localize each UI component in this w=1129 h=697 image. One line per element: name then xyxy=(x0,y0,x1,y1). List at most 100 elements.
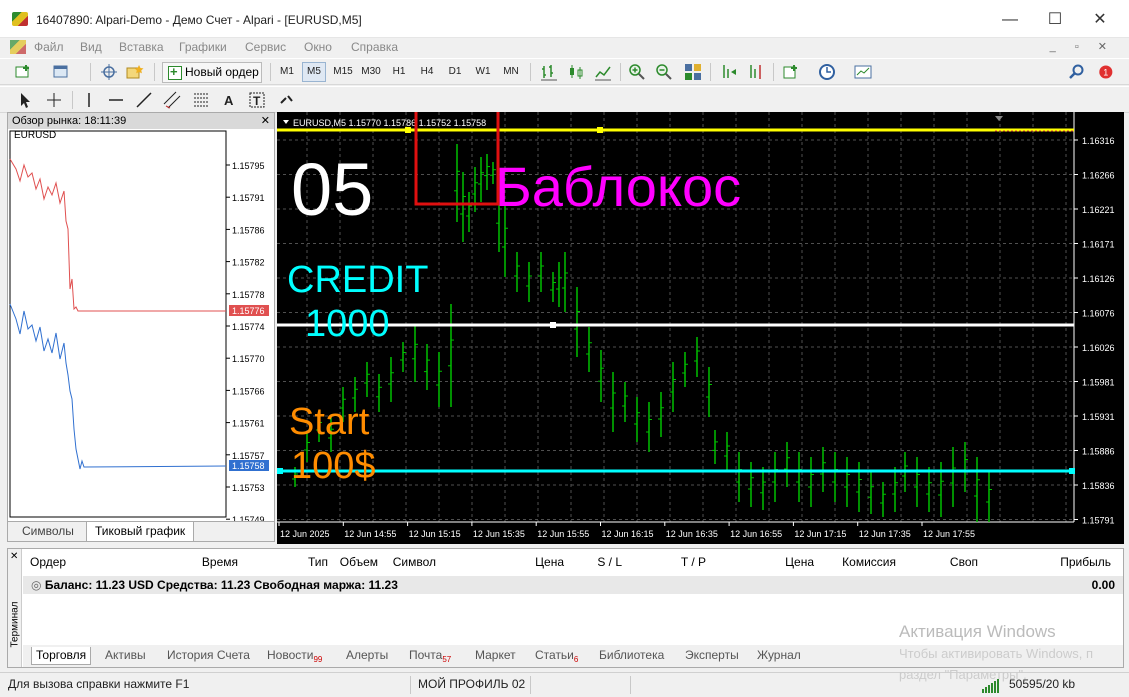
time-axis-label: 12 Jun 16:35 xyxy=(666,529,718,539)
tf-m1[interactable]: M1 xyxy=(275,62,299,82)
terminal-tab[interactable]: Статьи6 xyxy=(531,647,582,665)
tf-h1[interactable]: H1 xyxy=(387,62,411,82)
column-header[interactable]: Время xyxy=(202,555,238,569)
terminal-tab[interactable]: Активы xyxy=(101,647,150,665)
menu-view[interactable]: Вид xyxy=(80,40,102,54)
menu-window[interactable]: Окно xyxy=(304,40,332,54)
drawing-toolbar: A T xyxy=(0,86,1129,113)
terminal-close-icon[interactable]: ✕ xyxy=(10,551,18,562)
white-line-handle[interactable] xyxy=(550,322,556,328)
arrows-icon[interactable] xyxy=(278,91,296,109)
time-axis-label: 12 Jun 17:55 xyxy=(923,529,975,539)
bar-chart-icon[interactable] xyxy=(540,63,558,81)
tab-tick-chart[interactable]: Тиковый график xyxy=(86,522,195,542)
chart-shift-icon[interactable] xyxy=(747,63,765,81)
autoscroll-icon[interactable] xyxy=(720,63,738,81)
tf-m30[interactable]: M30 xyxy=(359,62,383,82)
column-header[interactable]: Тип xyxy=(308,555,328,569)
line-chart-icon[interactable] xyxy=(594,63,612,81)
notifications-icon[interactable]: 1 xyxy=(1096,63,1114,81)
column-header[interactable]: S / L xyxy=(597,555,622,569)
minimize-button[interactable]: — xyxy=(990,8,1030,32)
zoom-in-icon[interactable] xyxy=(628,63,646,81)
column-header[interactable]: Символ xyxy=(393,555,436,569)
vertical-line-icon[interactable] xyxy=(80,91,98,109)
tf-m5[interactable]: M5 xyxy=(302,62,326,82)
text-label-icon[interactable]: T xyxy=(248,91,266,109)
fibonacci-icon[interactable] xyxy=(192,91,210,109)
menu-help[interactable]: Справка xyxy=(351,40,398,54)
column-header[interactable]: Цена xyxy=(535,555,564,569)
menu-file[interactable]: Файл xyxy=(34,40,64,54)
zoom-out-icon[interactable] xyxy=(655,63,673,81)
crosshair-target-icon[interactable] xyxy=(100,63,118,81)
column-header[interactable]: Ордер xyxy=(30,555,66,569)
templates-icon[interactable] xyxy=(854,63,872,81)
terminal-tab[interactable]: Алерты xyxy=(342,647,392,665)
tick-price-label: 1.15782 xyxy=(232,258,265,268)
terminal-tab[interactable]: Библиотека xyxy=(595,647,668,665)
terminal-tab[interactable]: Журнал xyxy=(753,647,805,665)
terminal-tab-label: Алерты xyxy=(346,648,389,662)
periods-clock-icon[interactable] xyxy=(818,63,836,81)
price-chart[interactable]: 1.16316 1.16266 1.16221 1.16171 1.16126 1.160… xyxy=(277,96,1124,544)
candlestick-icon[interactable] xyxy=(567,63,585,81)
tab-symbols[interactable]: Символы xyxy=(14,522,82,542)
terminal-tab[interactable]: Торговля xyxy=(31,647,92,665)
cyan-line-handle[interactable] xyxy=(277,468,283,474)
tick-price-label: 1.15766 xyxy=(232,386,265,396)
label-credit-value[interactable]: 1000 xyxy=(305,303,390,345)
terminal-tab[interactable]: Эксперты xyxy=(681,647,743,665)
terminal-tab[interactable]: Почта57 xyxy=(405,647,455,665)
terminal-tab[interactable]: Маркет xyxy=(471,647,520,665)
column-header[interactable]: Своп xyxy=(950,555,978,569)
search-icon[interactable] xyxy=(1068,63,1086,81)
new-order-button[interactable]: Новый ордер xyxy=(162,62,262,83)
tf-d1[interactable]: D1 xyxy=(443,62,467,82)
label-start[interactable]: Start xyxy=(289,401,370,443)
label-start-value[interactable]: 100$ xyxy=(291,445,376,487)
tf-h4[interactable]: H4 xyxy=(415,62,439,82)
trendline-icon[interactable] xyxy=(135,91,153,109)
equidistant-channel-icon[interactable] xyxy=(163,91,181,109)
profiles-icon[interactable] xyxy=(52,63,70,81)
time-axis-label: 12 Jun 17:35 xyxy=(859,529,911,539)
label-credit[interactable]: CREDIT xyxy=(287,259,428,301)
close-button[interactable]: ✕ xyxy=(1080,8,1120,32)
terminal-tab-badge: 57 xyxy=(442,655,452,664)
yellow-line-handle[interactable] xyxy=(405,127,411,133)
tf-mn[interactable]: MN xyxy=(499,62,523,82)
horizontal-line-icon[interactable] xyxy=(107,91,125,109)
svg-text:A: A xyxy=(224,93,234,108)
chart-header-info: EURUSD,M5 1.15770 1.15786 1.15752 1.1575… xyxy=(293,118,486,128)
new-chart-icon[interactable] xyxy=(14,63,32,81)
text-icon[interactable]: A xyxy=(220,91,238,109)
price-axis-label: 1.15886 xyxy=(1082,447,1115,457)
terminal-tab[interactable]: История Счета xyxy=(163,647,254,665)
main-chart[interactable]: 1.16316 1.16266 1.16221 1.16171 1.16126 1.160… xyxy=(277,96,1124,544)
indicators-icon[interactable] xyxy=(782,63,800,81)
yellow-line-handle[interactable] xyxy=(597,127,603,133)
tf-w1[interactable]: W1 xyxy=(471,62,495,82)
navigator-star-icon[interactable] xyxy=(126,63,144,81)
maximize-button[interactable]: ☐ xyxy=(1035,8,1075,32)
terminal-tab[interactable]: Новости99 xyxy=(263,647,326,665)
cursor-icon[interactable] xyxy=(16,91,34,109)
time-axis-label: 12 Jun 15:15 xyxy=(409,529,461,539)
column-header[interactable]: Объем xyxy=(340,555,378,569)
column-header[interactable]: T / P xyxy=(681,555,706,569)
column-header[interactable]: Прибыль xyxy=(1060,555,1111,569)
label-05[interactable]: 05 xyxy=(291,148,373,231)
cyan-line-handle[interactable] xyxy=(1069,468,1075,474)
menu-insert[interactable]: Вставка xyxy=(119,40,164,54)
menu-charts[interactable]: Графики xyxy=(179,40,227,54)
crosshair-icon[interactable] xyxy=(45,91,63,109)
menu-tools[interactable]: Сервис xyxy=(245,40,286,54)
column-header[interactable]: Комиссия xyxy=(842,555,896,569)
market-watch-close-icon[interactable]: ✕ xyxy=(261,114,270,127)
tile-windows-icon[interactable] xyxy=(684,63,702,81)
label-bablokos[interactable]: Баблокос xyxy=(495,155,741,218)
tf-m15[interactable]: M15 xyxy=(331,62,355,82)
mdi-controls[interactable]: _ ▫ ✕ xyxy=(1050,40,1115,53)
column-header[interactable]: Цена xyxy=(785,555,814,569)
